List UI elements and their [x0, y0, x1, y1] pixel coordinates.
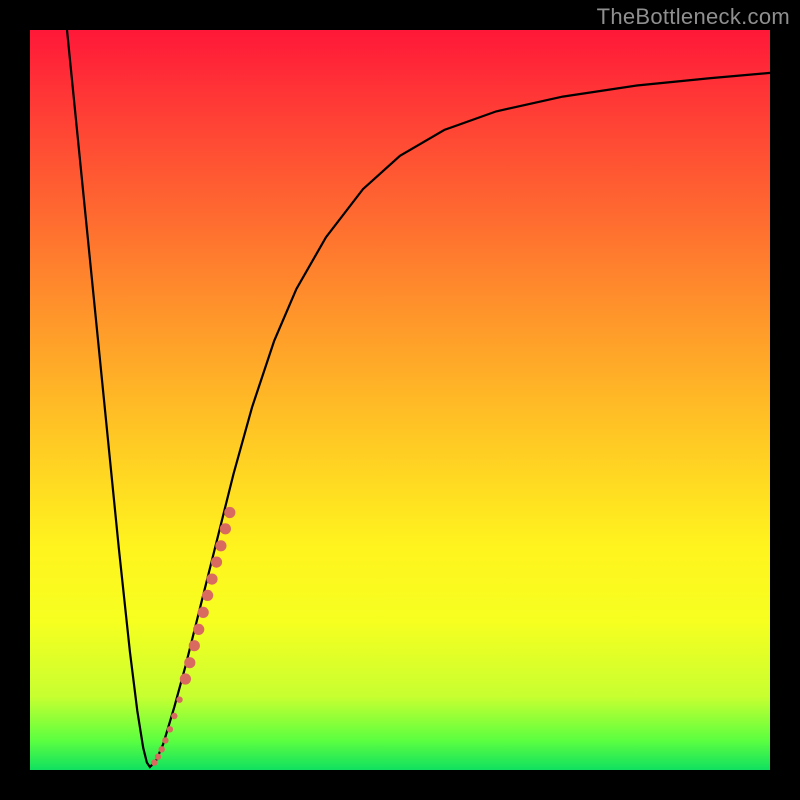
highlight-dot [151, 759, 157, 765]
highlight-dot [198, 607, 209, 618]
highlight-dot [171, 713, 177, 719]
highlight-dot [167, 726, 173, 732]
highlight-dot [211, 557, 222, 568]
chart-svg [30, 30, 770, 770]
plot-area [30, 30, 770, 770]
highlight-dot [189, 640, 200, 651]
highlight-dot [224, 507, 235, 518]
highlight-dot [215, 540, 226, 551]
highlight-dot [206, 574, 217, 585]
highlight-dot [193, 624, 204, 635]
highlight-dot [155, 754, 161, 760]
highlight-dot [176, 697, 182, 703]
watermark-text: TheBottleneck.com [597, 4, 790, 30]
chart-frame: TheBottleneck.com [0, 0, 800, 800]
bottleneck-curve [67, 30, 770, 767]
highlight-dot [184, 657, 195, 668]
highlight-dot [180, 673, 191, 684]
highlight-dot [162, 737, 168, 743]
highlight-dot [159, 746, 165, 752]
highlight-dot [202, 590, 213, 601]
highlight-dot [220, 523, 231, 534]
